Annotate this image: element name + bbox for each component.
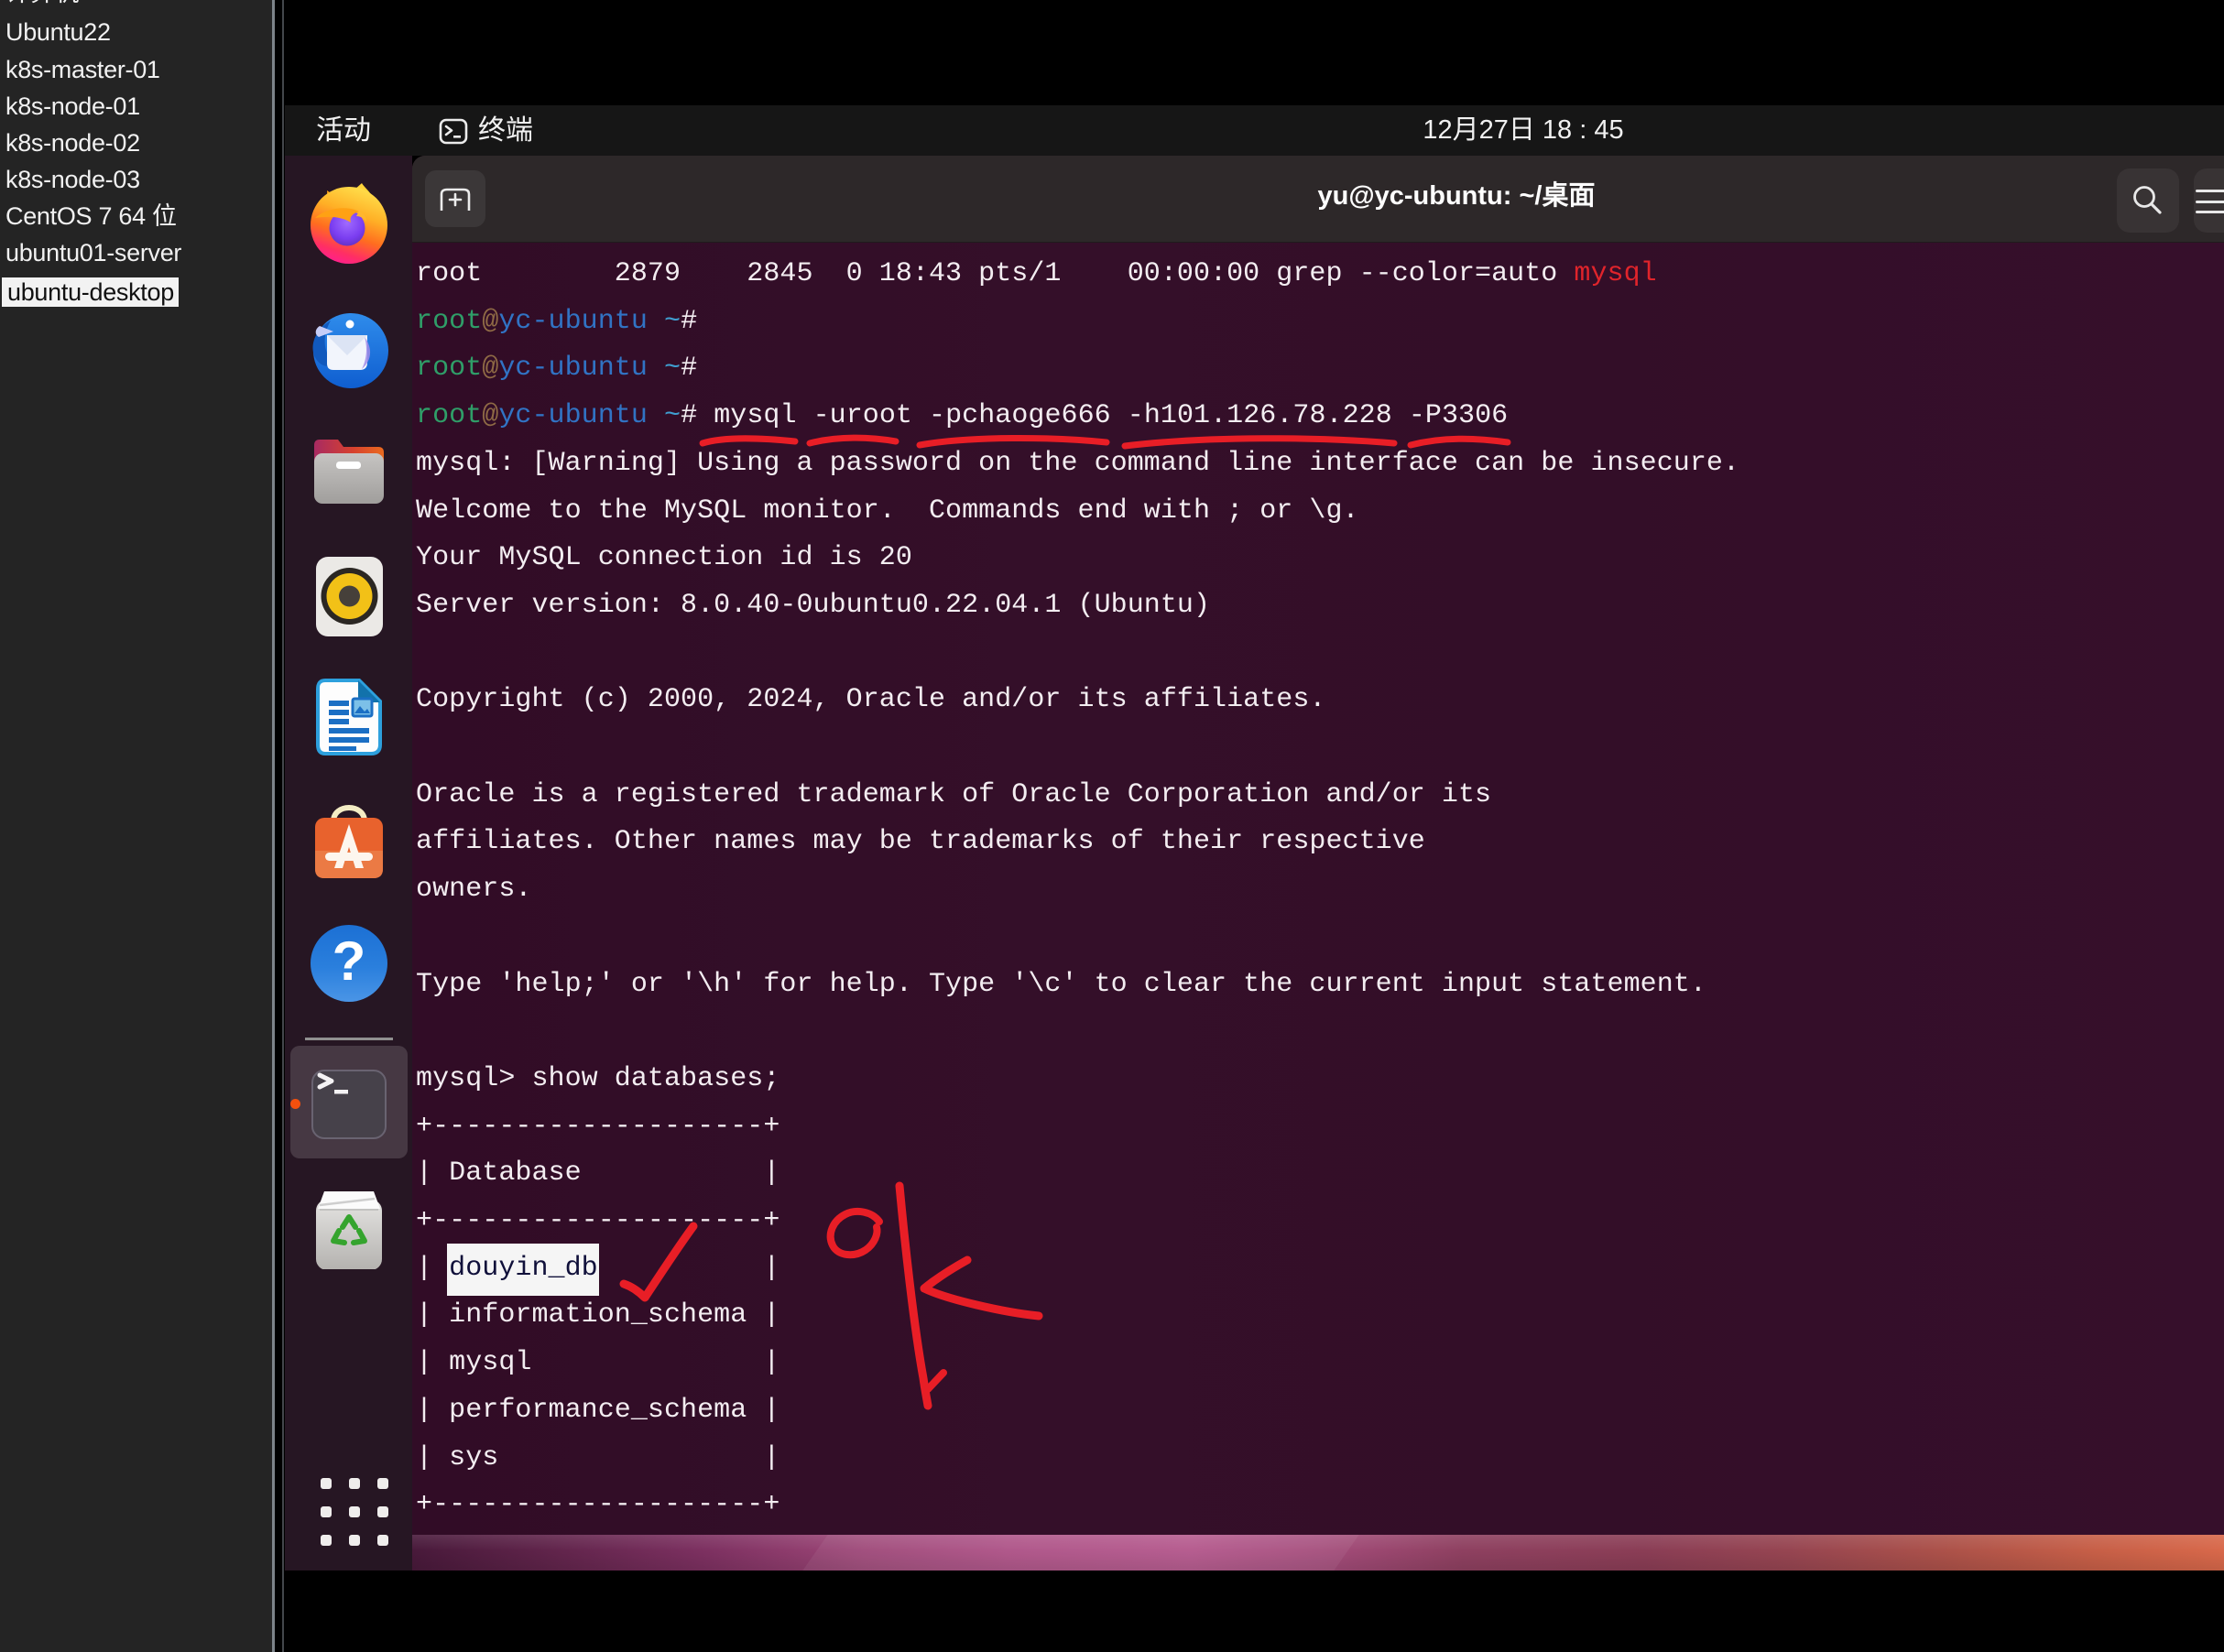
svg-text:?: ?: [333, 930, 366, 992]
